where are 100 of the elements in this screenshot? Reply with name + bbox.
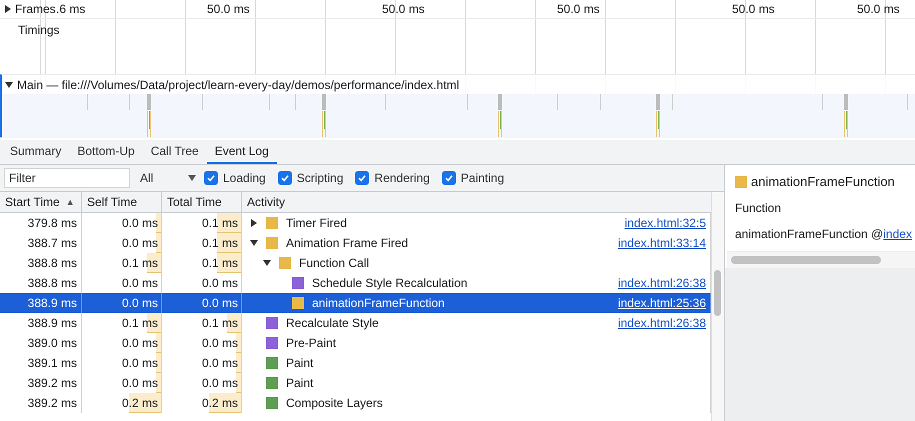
activity-name: Timer Fired [286,216,347,230]
event-row[interactable]: 389.1 ms 0.0 ms 0.0 ms Paint [0,353,711,373]
self-time-cell: 0.1 ms [122,256,158,270]
column-header[interactable]: Start Time ▲ [0,192,82,212]
total-time-cell: 0.1 ms [202,256,238,270]
source-link[interactable]: index [883,227,912,241]
activity-name: animationFrameFunction [312,296,445,310]
scrollbar-thumb[interactable] [714,270,721,316]
start-time-cell: 379.8 ms [28,216,77,230]
checkmark-icon [280,173,290,183]
activity-name: Pre-Paint [286,336,336,350]
event-mark [322,94,326,137]
expand-toggle[interactable] [261,260,273,266]
filter-field[interactable]: Filter [4,168,130,188]
source-link[interactable]: index.html:26:38 [618,316,706,330]
event-row[interactable]: 389.0 ms 0.0 ms 0.0 ms Pre-Paint [0,333,711,353]
source-link[interactable]: index.html:33:14 [618,236,706,250]
event-row[interactable]: 388.7 ms 0.0 ms 0.1 ms Animation Frame Fired index.html:33:14 [0,233,711,253]
self-time-cell: 0.0 ms [122,296,158,310]
self-time-cell: 0.0 ms [122,236,158,250]
time-tick-label: 50.0 ms [557,2,600,16]
event-mark [557,94,558,110]
track-label: Main — file:///Volumes/Data/project/learn-every-day/demos/performance/index.html [17,78,460,92]
start-time-cell: 388.8 ms [28,256,77,270]
expand-toggle[interactable] [248,240,260,246]
start-time-cell: 388.9 ms [28,316,77,330]
event-mark [87,94,88,110]
details-type: Function [735,201,782,215]
checkbox[interactable] [442,171,456,185]
source-link[interactable]: index.html:32:5 [624,216,706,230]
caret-icon [188,175,196,181]
checkbox[interactable] [278,171,292,185]
activity-name: Schedule Style Recalculation [312,276,468,290]
self-time-cell: 0.1 ms [122,316,158,330]
category-dropdown[interactable]: All [136,171,200,185]
self-time-cell: 0.2 ms [122,396,158,410]
activity-name: Function Call [299,256,370,270]
event-mark [385,94,386,110]
total-time-cell: 0.0 ms [202,276,238,290]
self-time-cell: 0.0 ms [122,216,158,230]
self-time-cell: 0.0 ms [122,376,158,390]
event-mark [269,94,270,110]
time-tick-label: 50.0 ms [732,2,775,16]
checkmark-icon [206,173,216,183]
time-tick-label: .6 ms [56,2,86,16]
details-function: animationFrameFunction @ [735,227,884,241]
event-mark [202,94,203,110]
checkbox[interactable] [355,171,370,185]
start-time-cell: 389.0 ms [28,336,77,350]
checkbox-label: Painting [460,171,504,185]
total-time-cell: 0.0 ms [202,356,238,370]
total-time-cell: 0.0 ms [202,296,238,310]
event-row[interactable]: 379.8 ms 0.0 ms 0.1 ms Timer Fired index.html:32:5 [0,213,711,233]
event-mark [295,94,296,110]
event-mark [129,94,130,110]
sort-indicator: ▲ [66,197,75,207]
time-tick-label: 50.0 ms [207,2,250,16]
event-row[interactable]: 388.9 ms 0.0 ms 0.0 ms animationFrameFunction index.html:25:36 [0,293,711,313]
checkbox[interactable] [204,171,218,185]
event-mark [844,94,848,137]
checkmark-icon [444,173,454,183]
start-time-cell: 389.2 ms [28,376,77,390]
total-time-cell: 0.1 ms [202,316,238,330]
start-time-cell: 389.2 ms [28,396,77,410]
source-link[interactable]: index.html:26:38 [618,276,706,290]
source-link[interactable]: index.html:25:36 [618,296,706,310]
activity-name: Paint [286,356,314,370]
column-header[interactable]: Total Time [162,192,242,212]
event-row[interactable]: 388.8 ms 0.1 ms 0.1 ms Function Call [0,253,711,273]
time-tick-label: 50.0 ms [382,2,425,16]
total-time-cell: 0.0 ms [202,336,238,350]
activity-name: Recalculate Style [286,316,379,330]
tab[interactable]: Bottom-Up [69,140,143,164]
tab[interactable]: Summary [2,140,70,164]
event-row[interactable]: 389.2 ms 0.2 ms 0.2 ms Composite Layers [0,393,711,413]
start-time-cell: 389.1 ms [28,356,77,370]
start-time-cell: 388.8 ms [28,276,77,290]
event-mark [822,94,823,110]
activity-name: Composite Layers [286,396,383,410]
self-time-cell: 0.0 ms [122,336,158,350]
event-mark [467,94,468,110]
event-row[interactable]: 388.9 ms 0.1 ms 0.1 ms Recalculate Style index.html:26:38 [0,313,711,333]
column-header[interactable]: Self Time [82,192,162,212]
scrollbar-thumb[interactable] [731,256,881,264]
total-time-cell: 0.0 ms [202,376,238,390]
tab[interactable]: Call Tree [142,140,207,164]
checkbox-label: Rendering [374,171,430,185]
checkmark-icon [357,173,368,183]
total-time-cell: 0.2 ms [202,396,238,410]
checkbox-label: Scripting [296,171,344,185]
event-mark [600,94,601,110]
checkbox-label: Loading [223,171,266,185]
total-time-cell: 0.1 ms [202,216,238,230]
column-header[interactable]: Activity [242,192,711,212]
start-time-cell: 388.9 ms [28,296,77,310]
track-label: Timings [18,23,60,37]
event-mark [672,94,673,110]
total-time-cell: 0.1 ms [202,236,238,250]
track-label: Frames [15,2,56,16]
event-mark [498,94,502,137]
